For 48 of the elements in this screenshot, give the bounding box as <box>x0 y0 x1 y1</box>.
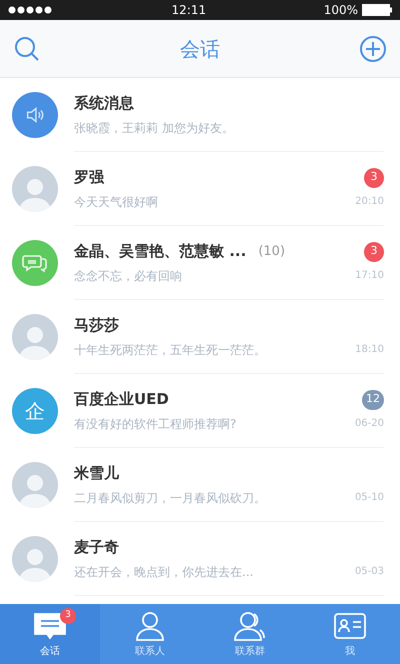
message-time: 18:10 <box>355 343 384 358</box>
message-preview: 有没有好的软件工程师推荐啊? <box>74 416 236 433</box>
avatar-silhouette <box>12 314 58 360</box>
conversation-row[interactable]: 马莎莎 十年生死两茫茫，五年生死一茫茫。 18:10 <box>0 300 400 374</box>
contact-name: 百度企业UED <box>74 389 169 410</box>
avatar-silhouette <box>12 536 58 582</box>
contact-name: 米雪儿 <box>74 463 119 484</box>
plus-circle-icon <box>359 34 387 62</box>
message-time: 05-10 <box>354 491 384 506</box>
message-time: 06-20 <box>354 417 384 432</box>
message-preview: 十年生死两茫茫，五年生死一茫茫。 <box>74 342 266 359</box>
unread-badge: 3 <box>364 242 384 262</box>
tab-badge: 3 <box>60 608 76 624</box>
conversation-row[interactable]: 米雪儿 二月春风似剪刀，一月春风似砍刀。 05-10 <box>0 448 400 522</box>
contact-name: 金晶、吴雪艳、范慧敏 ... <box>74 241 246 262</box>
battery-icon <box>362 4 392 16</box>
letter-avatar: 企 <box>12 388 58 434</box>
signal-dots-icon <box>8 6 54 14</box>
message-preview: 张晓霞，王莉莉 加您为好友。 <box>74 120 234 137</box>
message-time: 05-03 <box>354 565 384 580</box>
people-icon <box>232 610 268 642</box>
unread-badge: 3 <box>364 168 384 188</box>
conversation-row[interactable]: 麦子奇 还在开会，晚点到，你先进去在... 05-03 <box>0 522 400 596</box>
add-button[interactable] <box>358 34 388 64</box>
contact-name: 麦子奇 <box>74 537 119 558</box>
conversation-row[interactable]: 企 百度企业UED 12 有没有好的软件工程师推荐啊? 06-20 <box>0 374 400 448</box>
message-time: 20:10 <box>355 195 384 210</box>
status-time: 12:11 <box>172 2 206 19</box>
tab-item[interactable]: 会话 3 <box>0 604 100 664</box>
contact-name: 罗强 <box>74 167 104 188</box>
conversation-row[interactable]: 系统消息 张晓霞，王莉莉 加您为好友。 <box>0 78 400 152</box>
contact-name: 系统消息 <box>74 93 134 114</box>
search-icon <box>13 34 41 62</box>
message-preview: 念念不忘，必有回响 <box>74 268 182 285</box>
contact-name: 马莎莎 <box>74 315 119 336</box>
message-preview: 二月春风似剪刀，一月春风似砍刀。 <box>74 490 266 507</box>
nav-title: 会话 <box>180 36 220 62</box>
message-preview: 今天天气很好啊 <box>74 194 158 211</box>
chat-bubbles-icon <box>22 252 48 274</box>
battery-percent: 100% <box>324 2 358 19</box>
message-preview: 还在开会，晚点到，你先进去在... <box>74 564 254 581</box>
avatar-silhouette <box>12 462 58 508</box>
member-count: (10) <box>258 242 286 261</box>
avatar-silhouette <box>12 166 58 212</box>
message-time: 17:10 <box>355 269 384 284</box>
conversation-row[interactable]: 金晶、吴雪艳、范慧敏 ... (10) 3 念念不忘，必有回响 17:10 <box>0 226 400 300</box>
conversation-row[interactable]: 罗强 3 今天天气很好啊 20:10 <box>0 152 400 226</box>
unread-badge: 12 <box>362 390 384 410</box>
